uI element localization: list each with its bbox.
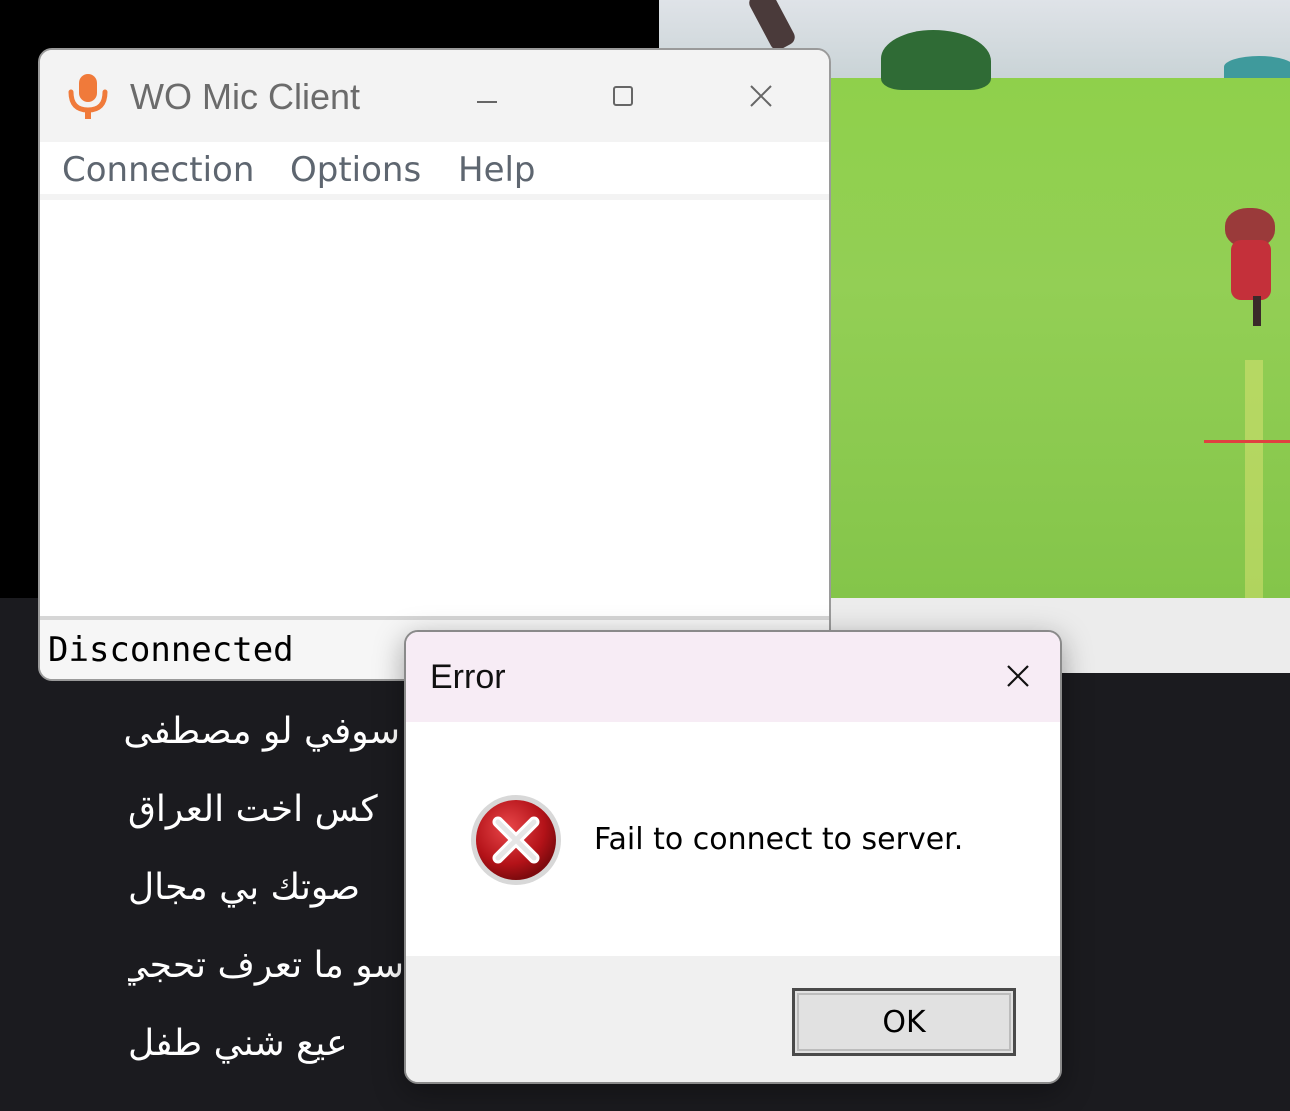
chat-message: عيع شني طفل xyxy=(128,1023,348,1064)
maximize-icon xyxy=(613,86,633,106)
chat-message: سوفي لو مصطفى xyxy=(123,711,400,752)
dialog-footer: OK xyxy=(406,956,1060,1082)
dialog-title: Error xyxy=(430,658,506,696)
minimize-button[interactable] xyxy=(464,76,510,116)
chat-message: صوتك بي مجال xyxy=(128,867,361,908)
minimize-icon xyxy=(477,101,497,103)
menu-help[interactable]: Help xyxy=(458,150,536,190)
dialog-title-bar[interactable]: Error xyxy=(406,632,1060,722)
dialog-close-button[interactable] xyxy=(998,656,1038,696)
menu-bar: Connection Options Help xyxy=(40,142,829,200)
dialog-body: Fail to connect to server. xyxy=(406,722,1060,956)
error-message: Fail to connect to server. xyxy=(594,822,964,857)
window-title: WO Mic Client xyxy=(130,76,361,117)
title-bar[interactable]: WO Mic Client xyxy=(40,50,829,142)
error-dialog: Error Fail to connect to server. OK xyxy=(404,630,1062,1084)
menu-options[interactable]: Options xyxy=(290,150,421,190)
error-icon xyxy=(471,795,561,885)
maximize-button[interactable] xyxy=(600,76,646,116)
chat-message: سو ما تعرف تحجي xyxy=(128,946,404,986)
wo-mic-client-window: WO Mic Client Connection Options Help Di… xyxy=(38,48,831,681)
menu-connection[interactable]: Connection xyxy=(62,150,254,190)
close-icon xyxy=(750,85,772,107)
close-icon xyxy=(1007,665,1029,687)
ok-button[interactable]: OK xyxy=(792,988,1016,1056)
connection-status: Disconnected xyxy=(48,630,294,670)
close-button[interactable] xyxy=(738,76,784,116)
client-area xyxy=(40,200,829,620)
chat-message: كس اخت العراق xyxy=(128,789,378,830)
microphone-icon xyxy=(68,74,108,119)
